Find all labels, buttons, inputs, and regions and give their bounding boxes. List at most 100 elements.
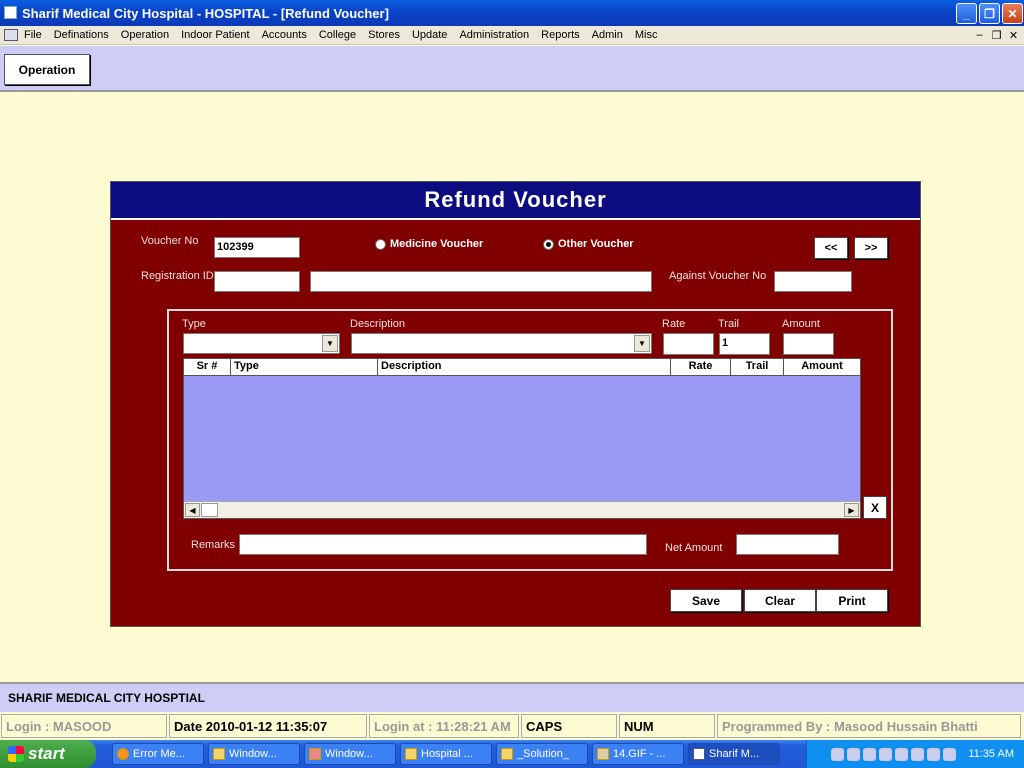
tray-icons	[828, 747, 957, 761]
minimize-button[interactable]: _	[956, 3, 977, 24]
remarks-field[interactable]	[239, 534, 647, 555]
menu-indoor-patient[interactable]: Indoor Patient	[175, 29, 256, 41]
status-bar: Login : MASOOD Date 2010-01-12 11:35:07 …	[0, 713, 1024, 739]
menu-college[interactable]: College	[313, 29, 362, 41]
system-tray: 11:35 AM	[806, 740, 1024, 768]
form-title: Refund Voucher	[111, 182, 920, 220]
start-button[interactable]: start	[0, 740, 96, 768]
title-bar: Sharif Medical City Hospital - HOSPITAL …	[0, 0, 1024, 26]
menu-administration[interactable]: Administration	[453, 29, 535, 41]
menu-file[interactable]: File	[18, 29, 48, 41]
task-label: Hospital ...	[421, 748, 473, 760]
menu-update[interactable]: Update	[406, 29, 453, 41]
col-trail[interactable]: Trail	[731, 359, 784, 375]
folder-icon	[501, 748, 513, 760]
task-label: _Solution_	[517, 748, 569, 760]
tray-network-icon[interactable]	[847, 747, 861, 761]
type-dropdown[interactable]: ▼	[183, 333, 340, 354]
menu-accounts[interactable]: Accounts	[256, 29, 313, 41]
task-label: Error Me...	[133, 748, 185, 760]
task-sharif-medical[interactable]: Sharif M...	[688, 743, 780, 765]
window-title: Sharif Medical City Hospital - HOSPITAL …	[22, 5, 389, 21]
chevron-down-icon[interactable]: ▼	[634, 335, 650, 352]
status-login: Login : MASOOD	[1, 714, 167, 738]
tray-messenger-icon[interactable]	[895, 747, 909, 761]
detail-box: Type Description Rate Trail Amount ▼ ▼ 1…	[167, 309, 893, 571]
tray-app-icon[interactable]	[911, 747, 925, 761]
rate-field[interactable]	[663, 333, 714, 355]
delete-row-button[interactable]: X	[863, 496, 887, 519]
col-sr[interactable]: Sr #	[184, 359, 231, 375]
items-grid[interactable]: Sr # Type Description Rate Trail Amount …	[183, 358, 861, 519]
task-14-gif[interactable]: 14.GIF - ...	[592, 743, 684, 765]
menu-admin[interactable]: Admin	[586, 29, 629, 41]
col-rate[interactable]: Rate	[671, 359, 731, 375]
mdi-minimize-button[interactable]: –	[972, 29, 987, 42]
task-label: Window...	[325, 748, 373, 760]
status-programmed-by: Programmed By : Masood Hussain Bhatti	[717, 714, 1021, 738]
tray-monitor-icon[interactable]	[863, 747, 877, 761]
description-label: Description	[350, 318, 406, 330]
tray-app-icon[interactable]	[879, 747, 893, 761]
patient-name-field[interactable]	[310, 271, 652, 292]
close-button[interactable]: ✕	[1002, 3, 1023, 24]
menu-reports[interactable]: Reports	[535, 29, 586, 41]
registration-id-field[interactable]	[214, 271, 300, 292]
col-type[interactable]: Type	[231, 359, 378, 375]
col-amount[interactable]: Amount	[784, 359, 860, 375]
amount-field[interactable]	[783, 333, 834, 355]
type-label: Type	[182, 318, 206, 330]
tray-app-icon[interactable]	[831, 747, 845, 761]
registration-id-label: Registration ID	[141, 270, 214, 282]
task-label: Sharif M...	[709, 748, 760, 760]
chevron-down-icon[interactable]: ▼	[322, 335, 338, 352]
scroll-left-icon[interactable]: ◀	[185, 503, 200, 517]
net-amount-field[interactable]	[736, 534, 839, 555]
clock[interactable]: 11:35 AM	[968, 748, 1014, 760]
description-dropdown[interactable]: ▼	[351, 333, 652, 354]
task-window-1[interactable]: Window...	[208, 743, 300, 765]
hospital-name: SHARIF MEDICAL CITY HOSPTIAL	[8, 691, 205, 705]
tray-display-icon[interactable]	[927, 747, 941, 761]
mdi-restore-button[interactable]: ❐	[989, 29, 1004, 42]
document-icon	[309, 748, 321, 760]
horizontal-scrollbar[interactable]: ◀ ▶	[184, 501, 860, 518]
task-hospital[interactable]: Hospital ...	[400, 743, 492, 765]
next-button[interactable]: >>	[854, 237, 888, 259]
print-button[interactable]: Print	[816, 589, 888, 612]
status-caps: CAPS	[521, 714, 617, 738]
other-voucher-radio[interactable]: Other Voucher	[543, 238, 634, 250]
against-voucher-label: Against Voucher No	[669, 270, 767, 282]
task-window-2[interactable]: Window...	[304, 743, 396, 765]
paint-icon	[597, 748, 609, 760]
folder-icon	[213, 748, 225, 760]
amount-label: Amount	[782, 318, 820, 330]
scroll-thumb[interactable]	[201, 503, 218, 517]
voucher-no-field[interactable]: 102399	[214, 237, 300, 258]
folder-icon	[405, 748, 417, 760]
mdi-close-button[interactable]: ✕	[1006, 29, 1021, 42]
menu-stores[interactable]: Stores	[362, 29, 406, 41]
clear-button[interactable]: Clear	[744, 589, 816, 612]
status-num: NUM	[619, 714, 715, 738]
maximize-button[interactable]: ❐	[979, 3, 1000, 24]
trail-field[interactable]: 1	[719, 333, 770, 355]
menu-misc[interactable]: Misc	[629, 29, 664, 41]
col-description[interactable]: Description	[378, 359, 671, 375]
task-label: 14.GIF - ...	[613, 748, 666, 760]
task-error-messages[interactable]: Error Me...	[112, 743, 204, 765]
mdi-child-icon[interactable]	[4, 29, 18, 41]
previous-button[interactable]: <<	[814, 237, 848, 259]
menu-operation[interactable]: Operation	[115, 29, 175, 41]
net-amount-label: Net Amount	[665, 542, 723, 554]
task-label: Window...	[229, 748, 277, 760]
medicine-voucher-radio[interactable]: Medicine Voucher	[375, 238, 483, 250]
task-solution[interactable]: _Solution_	[496, 743, 588, 765]
menu-definations[interactable]: Definations	[48, 29, 115, 41]
scroll-right-icon[interactable]: ▶	[844, 503, 859, 517]
app-icon	[693, 748, 705, 760]
save-button[interactable]: Save	[670, 589, 742, 612]
tray-security-icon[interactable]	[943, 747, 957, 761]
operation-button[interactable]: Operation	[4, 54, 90, 85]
against-voucher-field[interactable]	[774, 271, 852, 292]
